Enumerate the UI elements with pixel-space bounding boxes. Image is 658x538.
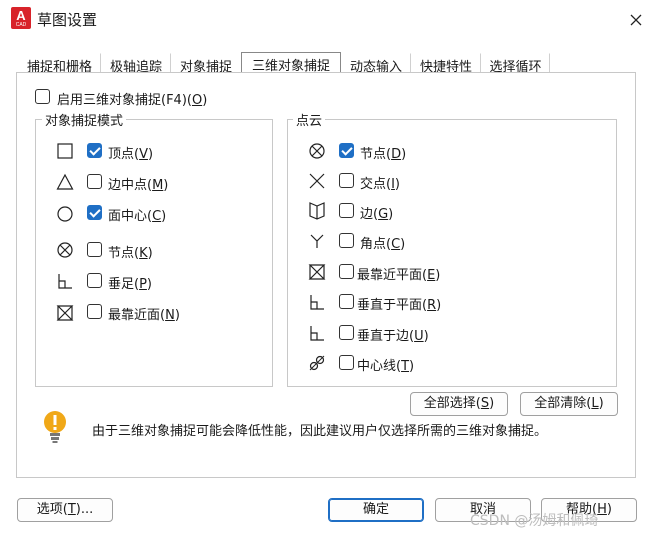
node-checkbox[interactable] <box>87 242 102 257</box>
pc-centerline-label: 中心线(T) <box>357 359 415 374</box>
clear-all-button[interactable]: 全部清除(L) <box>520 392 618 416</box>
pc-perp-edge-label: 垂直于边(U) <box>357 329 429 344</box>
intersection-x-icon <box>308 172 326 190</box>
nearest-plane-hourglass-icon <box>308 263 326 281</box>
pc-corner-checkbox[interactable] <box>339 233 354 248</box>
node-label: 节点(K) <box>108 246 153 261</box>
node-circle-x-icon <box>56 241 74 259</box>
enable-3d-osnap-label: 启用三维对象捕捉(F4)(O) <box>57 93 208 108</box>
vertex-checkbox[interactable] <box>87 143 102 158</box>
enable-3d-osnap-checkbox[interactable] <box>35 89 50 104</box>
bulb-warning-icon <box>42 410 68 446</box>
pc-corner-label: 角点(C) <box>360 237 406 252</box>
autocad-app-icon: A CAD <box>11 7 31 29</box>
point-cloud-group <box>287 119 617 387</box>
edge-midpoint-triangle-icon <box>56 173 74 191</box>
perpendicular-plane-icon <box>308 293 326 311</box>
tab-object-snap[interactable]: 对象捕捉 <box>171 53 241 75</box>
object-snap-modes-title: 对象捕捉模式 <box>42 110 127 129</box>
centerline-link-icon <box>308 354 326 372</box>
pc-intersection-label: 交点(I) <box>360 177 400 192</box>
nearest-face-checkbox[interactable] <box>87 304 102 319</box>
perpendicular-label: 垂足(P) <box>108 277 152 292</box>
edge-midpoint-label: 边中点(M) <box>108 178 169 193</box>
tab-3d-object-snap[interactable]: 三维对象捕捉 <box>241 52 341 74</box>
face-center-circle-icon <box>56 205 74 223</box>
tab-snap-grid[interactable]: 捕捉和栅格 <box>18 53 101 75</box>
pc-nearest-plane-label: 最靠近平面(E) <box>357 268 441 283</box>
edge-midpoint-checkbox[interactable] <box>87 174 102 189</box>
perpendicular-edge-icon <box>308 324 326 342</box>
edge-book-icon <box>308 202 326 220</box>
tab-polar-tracking[interactable]: 极轴追踪 <box>101 53 171 75</box>
point-cloud-title: 点云 <box>293 110 326 129</box>
pc-perp-edge-checkbox[interactable] <box>339 325 354 340</box>
corner-y-icon <box>308 232 326 250</box>
info-message: 由于三维对象捕捉可能会降低性能，因此建议用户仅选择所需的三维对象捕捉。 <box>92 424 548 439</box>
pc-perp-plane-label: 垂直于平面(R) <box>357 298 442 313</box>
node-circle-x-icon <box>308 142 326 160</box>
tab-selection-cycling[interactable]: 选择循环 <box>481 53 550 75</box>
pc-nearest-plane-checkbox[interactable] <box>339 264 354 279</box>
nearest-face-hourglass-icon <box>56 304 74 322</box>
pc-edge-checkbox[interactable] <box>339 203 354 218</box>
vertex-label: 顶点(V) <box>108 147 154 162</box>
tab-dynamic-input[interactable]: 动态输入 <box>341 53 411 75</box>
select-all-button[interactable]: 全部选择(S) <box>410 392 508 416</box>
pc-centerline-checkbox[interactable] <box>339 355 354 370</box>
ok-button[interactable]: 确定 <box>328 498 424 522</box>
pc-node-checkbox[interactable] <box>339 143 354 158</box>
close-icon <box>630 14 642 26</box>
pc-node-label: 节点(D) <box>360 147 407 162</box>
face-center-checkbox[interactable] <box>87 205 102 220</box>
pc-intersection-checkbox[interactable] <box>339 173 354 188</box>
vertex-square-icon <box>56 142 74 160</box>
close-button[interactable] <box>624 8 648 32</box>
options-button[interactable]: 选项(T)... <box>17 498 113 522</box>
nearest-face-label: 最靠近面(N) <box>108 308 180 323</box>
title-bar: A CAD 草图设置 <box>0 0 658 38</box>
csdn-watermark: CSDN @汤姆和佩琦 <box>470 513 599 529</box>
window-title: 草图设置 <box>37 11 98 29</box>
perpendicular-checkbox[interactable] <box>87 273 102 288</box>
perpendicular-icon <box>56 272 74 290</box>
pc-perp-plane-checkbox[interactable] <box>339 294 354 309</box>
tab-quick-properties[interactable]: 快捷特性 <box>411 53 481 75</box>
pc-edge-label: 边(G) <box>360 207 394 222</box>
face-center-label: 面中心(C) <box>108 209 167 224</box>
